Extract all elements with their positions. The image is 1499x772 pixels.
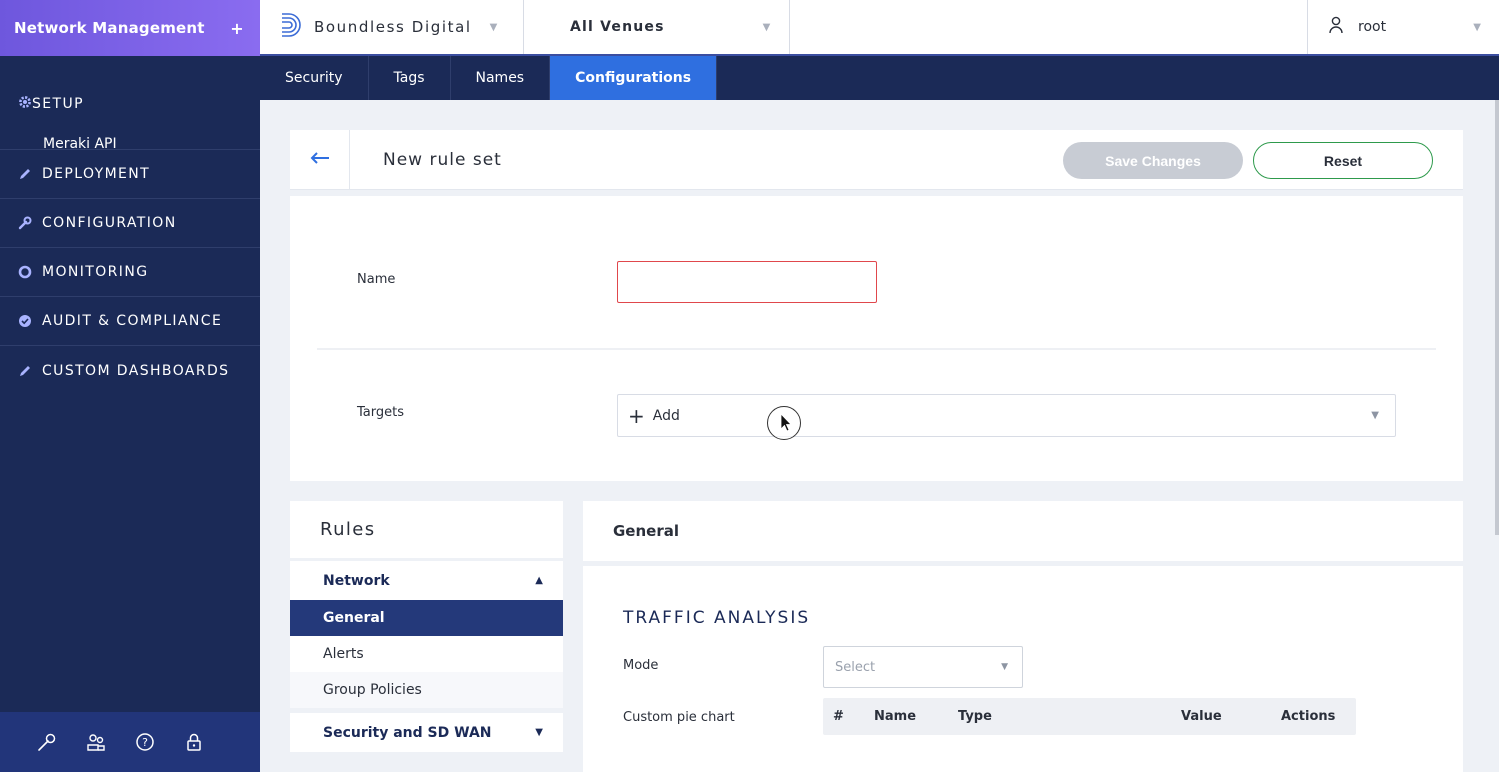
rule-item-general[interactable]: General [290,600,563,636]
targets-select[interactable]: + Add ▼ [617,394,1396,437]
user-menu[interactable]: root ▼ [1307,0,1499,54]
org-selector[interactable]: Boundless Digital ▼ [260,0,524,54]
divider [317,348,1436,350]
check-badge-icon [18,314,32,328]
rule-set-form: Name Targets + Add ▼ [290,196,1463,481]
tab-configurations[interactable]: Configurations [550,56,718,100]
topbar: Boundless Digital ▼ All Venues ▼ root ▼ [260,0,1499,56]
svg-text:?: ? [142,736,148,749]
wrench-icon[interactable] [36,731,58,753]
sidebar-item-label: MONITORING [42,264,149,280]
mode-placeholder: Select [835,659,876,675]
chevron-up-icon: ▲ [535,575,543,586]
sidebar-item-label: SETUP [32,96,84,112]
tab-tags[interactable]: Tags [369,56,451,100]
wrench-icon [18,216,32,230]
column-header: Actions [1281,709,1336,724]
section-title: TRAFFIC ANALYSIS [623,608,811,628]
sidebar-footer: ? [0,712,260,772]
pencil-icon [18,167,32,181]
sidebar-item-label: DEPLOYMENT [42,166,151,182]
tab-names[interactable]: Names [451,56,551,100]
chevron-down-icon: ▼ [1371,410,1379,421]
mouse-cursor-indicator [767,406,801,440]
sidebar: Network Management + SETUP Meraki API DE… [0,0,260,772]
tab-security[interactable]: Security [260,56,369,100]
column-header: # [833,709,844,724]
targets-label: Targets [357,405,404,420]
users-icon[interactable] [85,731,107,753]
rule-category-security-sd-wan[interactable]: Security and SD WAN ▼ [290,713,563,752]
org-logo-icon [280,11,302,43]
venue-name: All Venues [570,19,665,35]
monitoring-icon [18,265,32,279]
org-name: Boundless Digital [314,18,472,36]
rule-item-alerts[interactable]: Alerts [290,636,563,672]
sidebar-group-setup: SETUP Meraki API [0,56,260,152]
save-changes-button[interactable]: Save Changes [1063,142,1243,179]
sidebar-item-setup[interactable]: SETUP [0,92,260,116]
targets-add-label: Add [652,407,680,424]
rule-category-label: Security and SD WAN [323,724,492,741]
reset-button[interactable]: Reset [1253,142,1433,179]
sidebar-item-label: AUDIT & COMPLIANCE [42,313,223,329]
app-title: Network Management [14,19,205,37]
name-input[interactable] [617,261,877,303]
chevron-down-icon: ▼ [1473,21,1481,33]
chevron-down-icon: ▼ [1001,662,1008,672]
chevron-down-icon: ▼ [489,21,498,33]
name-label: Name [357,272,396,287]
sidebar-item-label: CONFIGURATION [42,215,177,231]
user-icon [1328,16,1344,38]
chevron-down-icon: ▼ [762,21,771,33]
page-title: New rule set [383,149,502,170]
rules-title: Rules [290,501,563,561]
help-icon[interactable]: ? [134,731,156,753]
column-header: Name [874,709,917,724]
pie-chart-table-header: # Name Type Value Actions [823,698,1356,735]
sidebar-item-monitoring[interactable]: MONITORING [0,248,260,297]
tab-bar: Security Tags Names Configurations [260,56,1499,100]
rule-category-network[interactable]: Network ▲ [290,561,563,600]
sidebar-item-deployment[interactable]: DEPLOYMENT [0,150,260,199]
plus-icon: + [628,403,645,428]
user-name: root [1358,19,1387,35]
gear-icon [18,95,32,113]
general-panel-title: General [583,501,1463,561]
arrow-left-icon [310,150,330,169]
lock-icon[interactable] [183,731,205,753]
sidebar-item-audit-compliance[interactable]: AUDIT & COMPLIANCE [0,297,260,346]
chevron-down-icon: ▼ [535,727,543,738]
back-button[interactable] [290,129,350,190]
sidebar-item-label: CUSTOM DASHBOARDS [42,362,230,379]
sidebar-item-custom-dashboards[interactable]: CUSTOM DASHBOARDS [0,346,260,395]
mode-label: Mode [623,658,659,673]
pencil-icon [18,364,32,378]
sidebar-header: Network Management + [0,0,260,56]
page-scrollbar[interactable] [1495,100,1499,535]
rule-category-label: Network [323,572,390,589]
rule-set-header: New rule set Save Changes Reset [290,129,1463,190]
mode-select[interactable]: Select ▼ [823,646,1023,688]
general-panel: TRAFFIC ANALYSIS Mode Select ▼ Custom pi… [583,566,1463,772]
venue-selector[interactable]: All Venues ▼ [524,0,790,54]
custom-pie-chart-label: Custom pie chart [623,710,735,725]
rule-item-group-policies[interactable]: Group Policies [290,672,563,708]
rules-panel: Rules Network ▲ General Alerts Group Pol… [290,501,563,772]
column-header: Type [958,709,992,724]
column-header: Value [1181,709,1222,724]
sidebar-item-configuration[interactable]: CONFIGURATION [0,199,260,248]
plus-icon[interactable]: + [228,19,246,38]
